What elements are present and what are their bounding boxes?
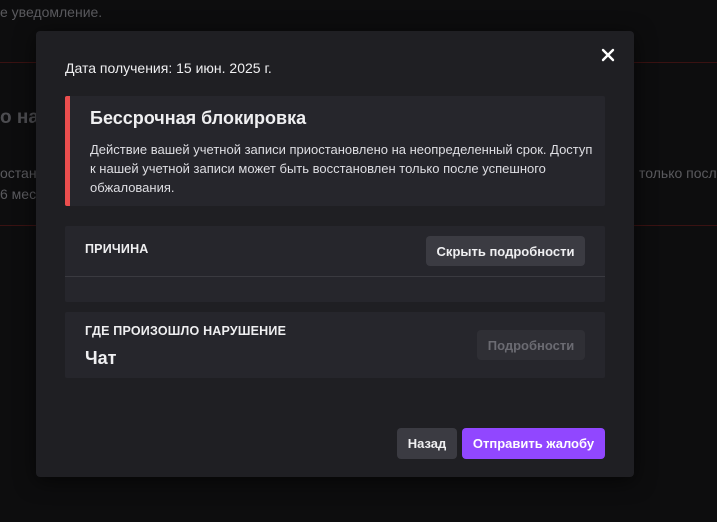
ban-description: Действие вашей учетной записи приостанов… — [90, 142, 593, 195]
background-text-fragment-right: только после — [639, 165, 717, 181]
hide-details-button[interactable]: Скрыть подробности — [426, 236, 585, 266]
details-button[interactable]: Подробности — [477, 330, 585, 360]
submit-appeal-button[interactable]: Отправить жалобу — [462, 428, 605, 459]
violation-heading: ГДЕ ПРОИЗОШЛО НАРУШЕНИЕ — [85, 324, 287, 338]
background-text-fragment-1: остан — [0, 165, 37, 181]
received-date: Дата получения: 15 июн. 2025 г. — [65, 60, 272, 76]
close-button[interactable] — [596, 43, 620, 67]
ban-card: Бессрочная блокировка Действие вашей уче… — [65, 96, 605, 206]
ban-accent-bar — [65, 96, 70, 206]
close-icon — [601, 48, 615, 62]
reason-divider — [65, 276, 605, 277]
background-text-fragment-2: 6 мес — [0, 186, 37, 202]
account-status-modal: Дата получения: 15 июн. 2025 г. Бессрочн… — [36, 31, 634, 477]
reason-heading: ПРИЧИНА — [85, 242, 149, 256]
background-notice-text: е уведомление. — [0, 4, 103, 20]
violation-card: ГДЕ ПРОИЗОШЛО НАРУШЕНИЕ Чат Подробности — [65, 312, 605, 378]
ban-title: Бессрочная блокировка — [90, 108, 307, 128]
back-button[interactable]: Назад — [397, 428, 457, 459]
reason-card: ПРИЧИНА Скрыть подробности — [65, 226, 605, 302]
background-heading-fragment: о на — [0, 107, 39, 128]
violation-location: Чат — [85, 348, 117, 368]
